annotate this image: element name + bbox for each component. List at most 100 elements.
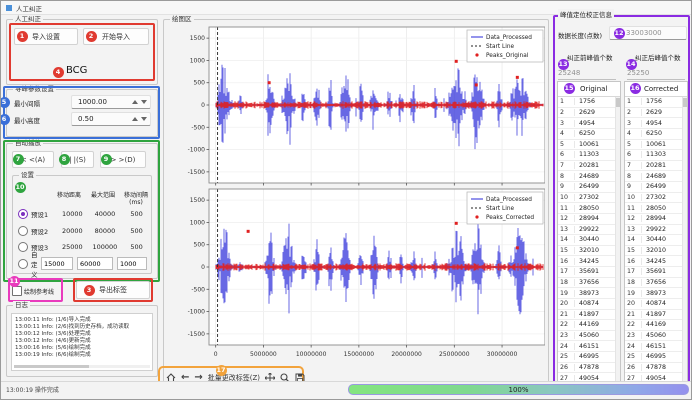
table-row[interactable]: 22629 bbox=[625, 108, 687, 119]
table-row[interactable]: 2446151 bbox=[558, 341, 620, 352]
row-index: 23 bbox=[625, 332, 642, 339]
table-row[interactable]: 926499 bbox=[558, 182, 620, 193]
table-row[interactable]: 1938973 bbox=[558, 288, 620, 299]
spin-down-icon[interactable] bbox=[141, 100, 147, 104]
table-row[interactable]: 1228994 bbox=[558, 214, 620, 225]
table-row[interactable]: 2446151 bbox=[625, 341, 687, 352]
spin-up-icon[interactable] bbox=[132, 100, 138, 104]
table-row[interactable]: 2244169 bbox=[625, 320, 687, 331]
log-horizontal-scrollbar[interactable] bbox=[14, 365, 150, 368]
row-index: 15 bbox=[558, 247, 575, 254]
preset-radio-3[interactable] bbox=[18, 242, 28, 252]
peak-sample-value: 6250 bbox=[575, 130, 595, 137]
table-row[interactable]: 2040874 bbox=[625, 299, 687, 310]
table-row[interactable]: 34954 bbox=[625, 118, 687, 129]
table-row[interactable]: 2244169 bbox=[558, 320, 620, 331]
table-row[interactable]: 2647878 bbox=[625, 363, 687, 374]
table-row[interactable]: 1027302 bbox=[558, 193, 620, 204]
peak-sample-value: 34245 bbox=[642, 258, 666, 265]
annotation-circle-1: 1 bbox=[17, 31, 28, 42]
table-row[interactable]: 1430440 bbox=[625, 235, 687, 246]
table-row[interactable]: 46250 bbox=[558, 129, 620, 140]
row-index: 2 bbox=[625, 109, 642, 116]
table-row[interactable]: 1430440 bbox=[558, 235, 620, 246]
custom-value-input-1[interactable] bbox=[77, 257, 113, 270]
row-index: 22 bbox=[558, 321, 575, 328]
table-row[interactable]: 611303 bbox=[625, 150, 687, 161]
table-row[interactable]: 824689 bbox=[625, 171, 687, 182]
svg-text:1000: 1000 bbox=[190, 57, 205, 64]
autoplay-title: 自动播放 bbox=[13, 139, 43, 148]
original-peaks-table[interactable]: Original 1175622629349544625051006161130… bbox=[557, 81, 621, 385]
corrected-table-body: 1175622629349544625051006161130372028182… bbox=[625, 97, 687, 384]
table-row[interactable]: 34954 bbox=[558, 118, 620, 129]
table-row[interactable]: 1329922 bbox=[625, 225, 687, 236]
table-row[interactable]: 1938973 bbox=[625, 288, 687, 299]
table-row[interactable]: 720281 bbox=[558, 161, 620, 172]
table-row[interactable]: 2141897 bbox=[558, 310, 620, 321]
table-row[interactable]: 824689 bbox=[558, 171, 620, 182]
table-row[interactable]: 1532010 bbox=[558, 246, 620, 257]
table-row[interactable]: 2345060 bbox=[625, 331, 687, 342]
scrollbar-thumb[interactable] bbox=[14, 365, 89, 368]
min-interval-field[interactable]: 1000.00 bbox=[71, 95, 151, 109]
row-index: 18 bbox=[558, 279, 575, 286]
table-row[interactable]: 611303 bbox=[558, 150, 620, 161]
original-table-scrollbar[interactable] bbox=[615, 97, 620, 384]
min-interval-spinner[interactable] bbox=[132, 100, 147, 104]
table-row[interactable]: 1027302 bbox=[625, 193, 687, 204]
table-row[interactable]: 510061 bbox=[558, 140, 620, 151]
table-row[interactable]: 11756 bbox=[625, 97, 687, 108]
table-row[interactable]: 2546995 bbox=[558, 352, 620, 363]
row-index: 16 bbox=[558, 258, 575, 265]
row-index: 24 bbox=[625, 343, 642, 350]
table-row[interactable]: 1228994 bbox=[625, 214, 687, 225]
table-row[interactable]: 46250 bbox=[625, 129, 687, 140]
peak-sample-value: 24689 bbox=[575, 173, 599, 180]
scrollbar-thumb[interactable] bbox=[616, 98, 620, 107]
table-row[interactable]: 1532010 bbox=[625, 246, 687, 257]
signal-plots[interactable]: 150010005000-500-1000-1500Data_Processed… bbox=[173, 25, 545, 363]
scrollbar-thumb[interactable] bbox=[683, 98, 687, 107]
peak-sample-value: 45060 bbox=[642, 332, 666, 339]
custom-value-input-0[interactable] bbox=[41, 257, 73, 270]
min-height-field[interactable]: 0.50 bbox=[71, 112, 151, 126]
preset-radio-4[interactable] bbox=[18, 259, 28, 269]
row-index: 6 bbox=[558, 151, 575, 158]
table-row[interactable]: 1128050 bbox=[625, 203, 687, 214]
table-row[interactable]: 2546995 bbox=[625, 352, 687, 363]
table-row[interactable]: 926499 bbox=[625, 182, 687, 193]
preset-radio-1[interactable] bbox=[18, 209, 28, 219]
table-row[interactable]: 1837656 bbox=[558, 278, 620, 289]
peak-sample-value: 38973 bbox=[575, 290, 599, 297]
table-row[interactable]: 1329922 bbox=[558, 225, 620, 236]
table-row[interactable]: 2345060 bbox=[558, 331, 620, 342]
spin-up-icon[interactable] bbox=[132, 117, 138, 121]
table-row[interactable]: 1735691 bbox=[558, 267, 620, 278]
corrected-peaks-table[interactable]: Corrected 117562262934954462505100616113… bbox=[624, 81, 688, 385]
peak-sample-value: 38973 bbox=[642, 290, 666, 297]
table-row[interactable]: 720281 bbox=[625, 161, 687, 172]
corrected-table-scrollbar[interactable] bbox=[682, 97, 687, 384]
reference-line-checkbox[interactable] bbox=[12, 286, 22, 296]
table-row[interactable]: 2647878 bbox=[558, 363, 620, 374]
min-height-spinner[interactable] bbox=[132, 117, 147, 121]
log-box[interactable]: 13:00:11 Info: (1/6)导入完成13:00:11 Info: (… bbox=[11, 313, 153, 371]
table-row[interactable]: 11756 bbox=[558, 97, 620, 108]
custom-value-input-2[interactable] bbox=[117, 257, 147, 270]
row-index: 9 bbox=[625, 183, 642, 190]
table-row[interactable]: 2040874 bbox=[558, 299, 620, 310]
table-row[interactable]: 1128050 bbox=[558, 203, 620, 214]
table-row[interactable]: 1634245 bbox=[625, 256, 687, 267]
table-row[interactable]: 1634245 bbox=[558, 256, 620, 267]
table-row[interactable]: 1837656 bbox=[625, 278, 687, 289]
after-count-value: 25250 bbox=[627, 69, 685, 80]
table-row[interactable]: 1735691 bbox=[625, 267, 687, 278]
table-row[interactable]: 2141897 bbox=[625, 310, 687, 321]
table-row[interactable]: 510061 bbox=[625, 140, 687, 151]
spin-down-icon[interactable] bbox=[141, 117, 147, 121]
progress-bar: 100% bbox=[348, 384, 689, 395]
preset-radio-2[interactable] bbox=[18, 226, 28, 236]
table-row[interactable]: 22629 bbox=[558, 108, 620, 119]
settings-header-interval: 移动间隔(ms) bbox=[121, 190, 151, 206]
